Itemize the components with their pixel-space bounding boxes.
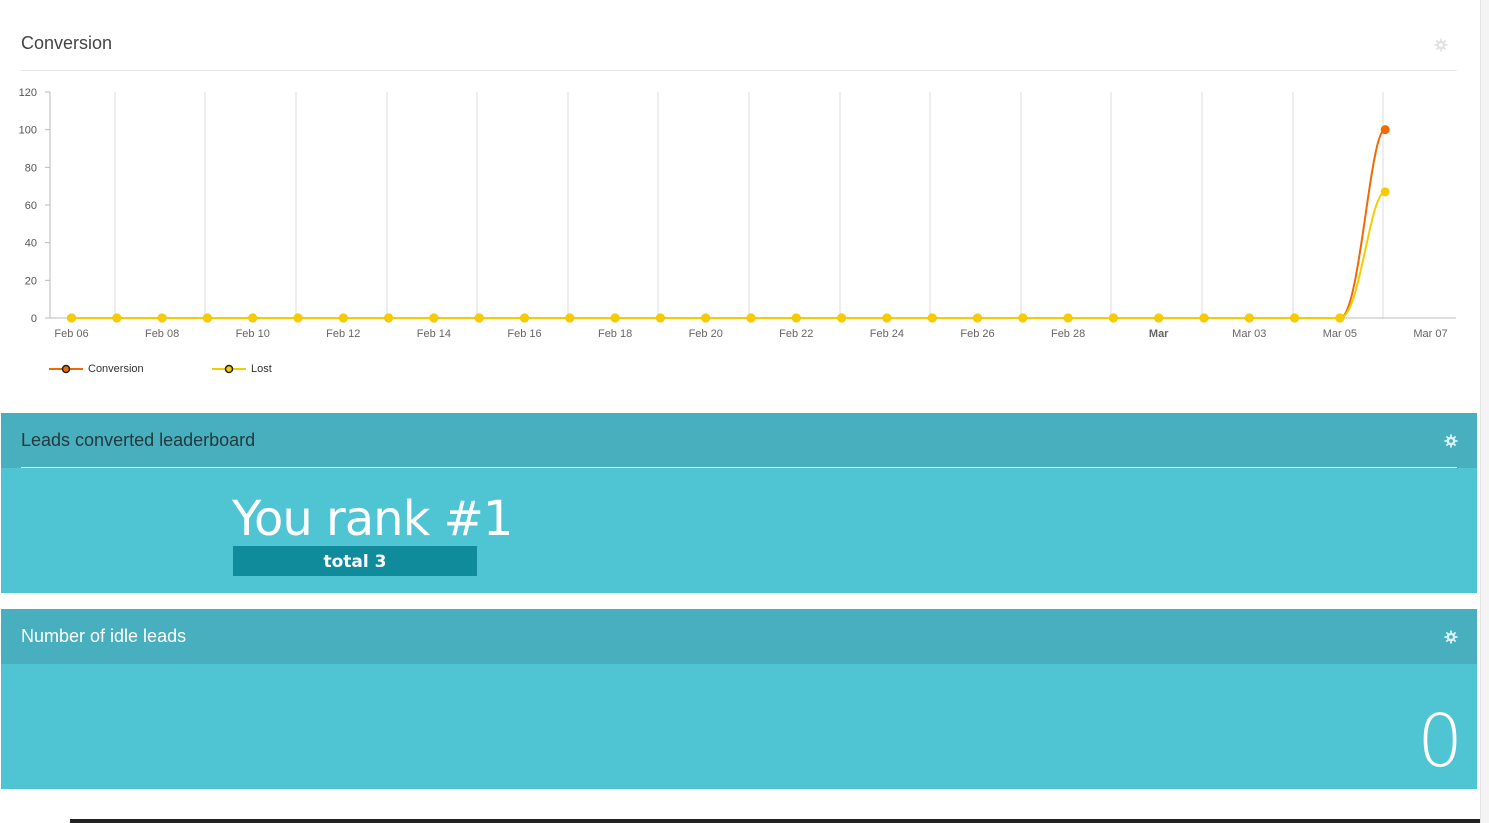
data-point-lost (1244, 313, 1254, 323)
data-point-lost (429, 313, 439, 323)
data-point-lost (1108, 313, 1118, 323)
leaderboard-divider (21, 467, 1457, 468)
idle-leads-widget: Number of idle leads 0 (1, 609, 1477, 789)
gear-icon[interactable] (1444, 434, 1458, 448)
data-point-lost (610, 313, 620, 323)
x-tick-label: Feb 22 (779, 328, 813, 340)
data-point-lost (1154, 313, 1164, 323)
x-tick-label: Mar 07 (1413, 328, 1447, 340)
data-point-lost (112, 313, 122, 323)
x-tick-label: Feb 06 (54, 328, 88, 340)
data-point-lost (1199, 313, 1209, 323)
y-tick-label: 60 (25, 200, 37, 212)
conversion-widget: Conversion 0 20 40 60 80 100 120 Feb 06 Feb 08 Fe… (1, 16, 1477, 406)
data-point-lost (837, 313, 847, 323)
x-tick-label: Feb 14 (417, 328, 451, 340)
x-tick-label: Feb 16 (507, 328, 541, 340)
x-tick-label: Feb 26 (960, 328, 994, 340)
data-point-lost (67, 313, 76, 323)
x-tick-label: Feb 08 (145, 328, 179, 340)
x-tick-label: Mar 05 (1323, 328, 1357, 340)
dashboard-page: Conversion 0 20 40 60 80 100 120 Feb 06 Feb 08 Fe… (0, 0, 1489, 823)
x-tick-label: Mar 03 (1232, 328, 1266, 340)
data-point-lost (157, 313, 167, 323)
data-point-lost (293, 313, 303, 323)
gear-icon[interactable] (1444, 630, 1458, 644)
x-tick-label: Feb 20 (689, 328, 723, 340)
x-tick-label: Feb 28 (1051, 328, 1085, 340)
series-line-lost (71, 190, 1386, 319)
data-point-lost (338, 313, 348, 323)
data-point-lost (927, 313, 937, 323)
data-point-lost (746, 313, 756, 323)
leaderboard-widget: Leads converted leaderboard You rank #1 … (1, 413, 1477, 593)
data-point-lost (973, 313, 982, 323)
data-point-lost (655, 313, 665, 323)
data-point-lost (1335, 313, 1345, 323)
idle-leads-count: 0 (1417, 699, 1463, 783)
rank-text: You rank #1 (232, 491, 513, 547)
y-tick-label: 100 (19, 125, 37, 137)
x-tick-label: Feb 18 (598, 328, 632, 340)
vertical-scrollbar[interactable] (1480, 0, 1489, 823)
legend-item-conversion[interactable]: Conversion (49, 361, 144, 377)
data-point-lost (565, 313, 575, 323)
data-point-lost (520, 313, 529, 323)
x-tick-label: Feb 10 (236, 328, 270, 340)
data-point-lost (1380, 187, 1390, 197)
legend-label-lost: Lost (251, 363, 272, 375)
x-tick-label: Feb 24 (870, 328, 904, 340)
data-point-lost (384, 313, 394, 323)
data-point-lost (1063, 313, 1073, 323)
data-point-lost (701, 313, 711, 323)
y-tick-label: 40 (25, 238, 37, 250)
y-tick-label: 0 (31, 313, 37, 325)
idle-leads-header: Number of idle leads (1, 609, 1477, 664)
data-point-lost (1290, 313, 1300, 323)
x-tick-label: Mar (1149, 328, 1169, 340)
data-point-conversion (1380, 125, 1390, 135)
leaderboard-title: Leads converted leaderboard (21, 430, 256, 450)
legend-item-lost[interactable]: Lost (212, 361, 272, 377)
data-point-lost (791, 313, 801, 323)
data-point-lost (882, 313, 892, 323)
leaderboard-header: Leads converted leaderboard (1, 413, 1477, 468)
total-badge: total 3 (233, 546, 477, 576)
conversion-chart: 0 20 40 60 80 100 120 Feb 06 Feb 08 Feb 10 Feb 12 F… (19, 87, 1456, 340)
legend-marker-lost (212, 364, 246, 374)
series-line-conversion (71, 128, 1387, 319)
x-tick-label: Feb 12 (326, 328, 360, 340)
data-point-lost (474, 313, 484, 323)
legend-marker-conversion (49, 364, 83, 374)
legend-label-conversion: Conversion (88, 363, 144, 375)
data-point-lost (1018, 313, 1028, 323)
y-tick-label: 20 (25, 275, 37, 287)
data-point-lost (202, 313, 212, 323)
y-tick-label: 120 (19, 87, 37, 99)
data-point-lost (248, 313, 258, 323)
y-tick-label: 80 (25, 162, 37, 174)
idle-leads-title: Number of idle leads (21, 626, 187, 646)
bottom-bar (70, 819, 1480, 823)
